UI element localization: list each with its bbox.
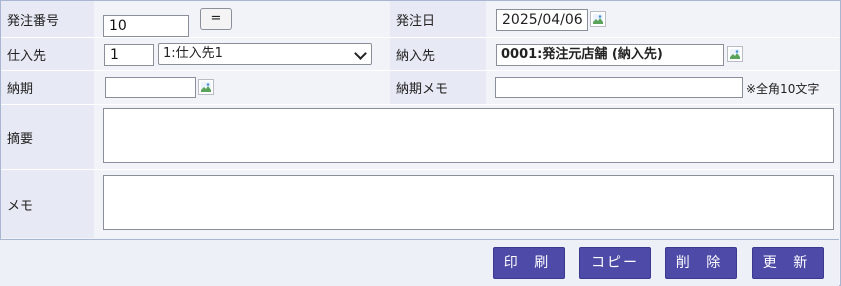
memo-label-text: メモ xyxy=(7,198,34,214)
delivery-memo-input[interactable] xyxy=(495,77,743,98)
order-date-label: 発注日 xyxy=(390,1,486,37)
summary-label-text: 摘要 xyxy=(7,131,34,147)
order-no-label: 発注番号 xyxy=(1,1,94,37)
row-divider xyxy=(1,104,839,105)
supplier-select[interactable]: 1:仕入先1 xyxy=(158,43,372,65)
delivery-memo-label: 納期メモ xyxy=(390,71,486,104)
update-button[interactable]: 更 新 xyxy=(752,247,824,279)
delivery-memo-hint: ※全角10文字 xyxy=(746,82,820,96)
supplier-label: 仕入先 xyxy=(1,38,94,70)
delivery-memo-label-text: 納期メモ xyxy=(396,82,449,97)
copy-order-no-button[interactable]: = xyxy=(200,8,232,30)
summary-textarea[interactable] xyxy=(103,108,834,163)
supplier-code-input[interactable] xyxy=(104,44,154,66)
delivery-date-label-text: 納期 xyxy=(7,82,34,97)
order-no-label-text: 発注番号 xyxy=(7,13,60,29)
destination-label: 納入先 xyxy=(390,38,486,70)
broken-image-icon xyxy=(201,82,211,92)
print-button[interactable]: 印 刷 xyxy=(493,247,565,279)
order-date-picker-icon[interactable] xyxy=(590,11,606,27)
order-no-input[interactable] xyxy=(103,15,189,37)
delivery-date-label: 納期 xyxy=(1,71,94,104)
destination-label-text: 納入先 xyxy=(396,48,436,64)
chevron-down-icon xyxy=(354,47,367,60)
delivery-date-picker-icon[interactable] xyxy=(198,79,214,95)
destination-lookup-icon[interactable] xyxy=(727,46,743,62)
delete-button[interactable]: 削 除 xyxy=(665,247,737,279)
summary-label: 摘要 xyxy=(1,105,94,169)
broken-image-icon xyxy=(593,14,603,24)
order-date-label-text: 発注日 xyxy=(396,13,436,29)
copy-button[interactable]: コピー xyxy=(579,247,651,279)
memo-label: メモ xyxy=(1,170,94,238)
order-date-input[interactable]: 2025/04/06 xyxy=(496,9,588,31)
delivery-date-input[interactable] xyxy=(105,77,196,98)
broken-image-icon xyxy=(730,49,740,59)
supplier-label-text: 仕入先 xyxy=(7,48,47,64)
supplier-select-value: 1:仕入先1 xyxy=(163,46,223,61)
destination-field[interactable]: 0001:発注元店舗 (納入先) xyxy=(496,44,724,66)
memo-textarea[interactable] xyxy=(103,175,834,230)
row-divider xyxy=(1,169,839,170)
